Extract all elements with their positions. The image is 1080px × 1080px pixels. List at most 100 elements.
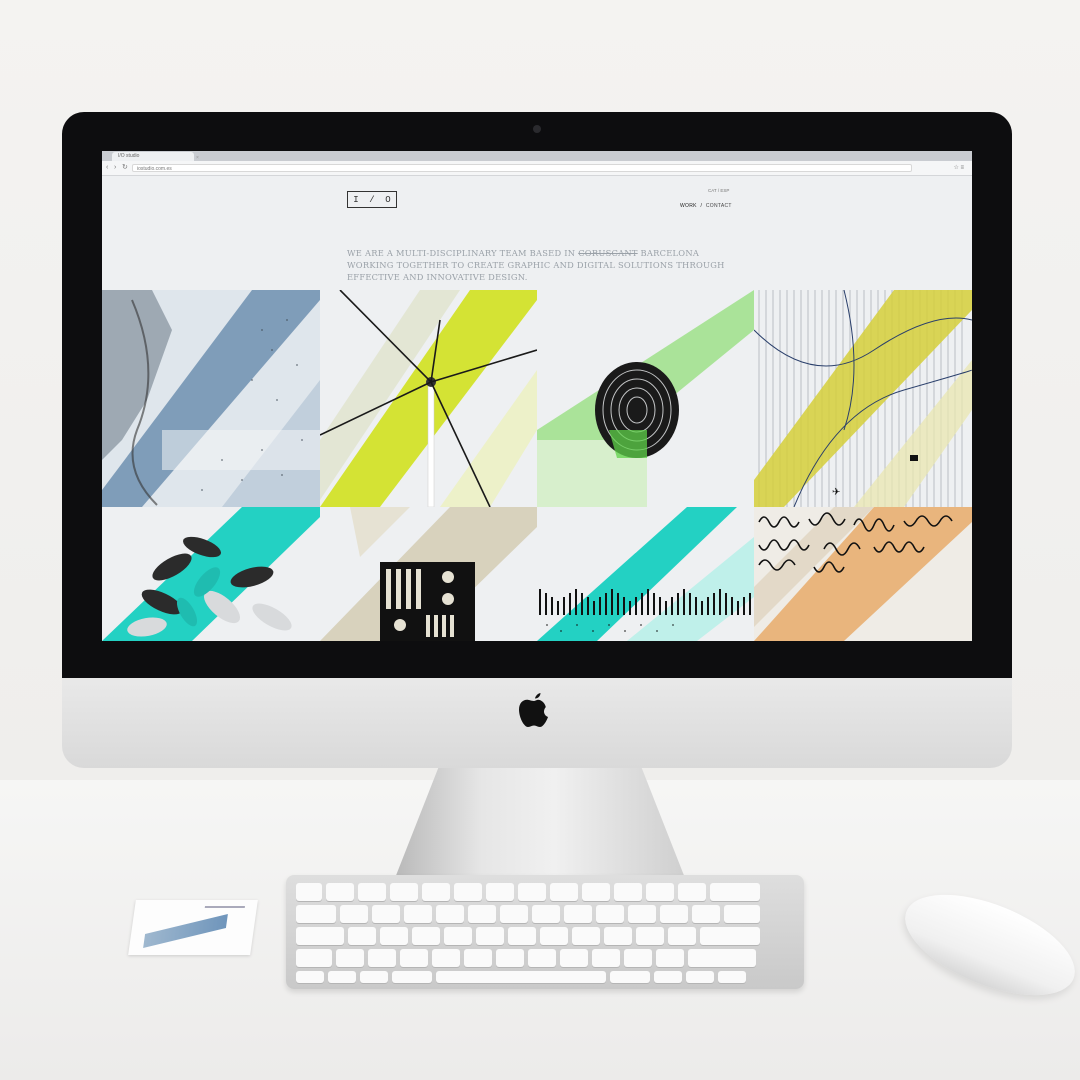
key[interactable]	[572, 927, 600, 945]
key[interactable]	[372, 905, 400, 923]
tab-title: I/O studio	[118, 153, 140, 159]
key[interactable]	[686, 971, 714, 983]
keyboard-row	[296, 883, 760, 901]
key[interactable]	[724, 905, 760, 923]
key[interactable]	[432, 949, 460, 967]
key[interactable]	[340, 905, 368, 923]
project-tile-fingerprint[interactable]	[537, 290, 754, 507]
key[interactable]	[656, 949, 684, 967]
logo-i: I	[353, 194, 359, 205]
key[interactable]	[326, 883, 354, 901]
key[interactable]	[660, 905, 688, 923]
key[interactable]	[678, 883, 706, 901]
key[interactable]	[550, 883, 578, 901]
project-tile-map[interactable]: ✈	[754, 290, 972, 507]
intro-before: WE ARE A MULTI-DISCIPLINARY TEAM BASED I…	[347, 248, 579, 259]
keyboard-row	[296, 905, 760, 923]
screen: I/O studio × ‹ › ↻ iostudio.com.es ☆ ≡ I…	[102, 151, 972, 641]
key[interactable]	[390, 883, 418, 901]
key[interactable]	[348, 927, 376, 945]
key[interactable]	[436, 905, 464, 923]
nav-work[interactable]: WORK	[680, 203, 697, 209]
url-field[interactable]: iostudio.com.es	[132, 164, 912, 172]
key[interactable]	[454, 883, 482, 901]
key[interactable]	[528, 949, 556, 967]
keyboard-row	[296, 971, 746, 983]
key[interactable]	[476, 927, 504, 945]
imac-stand	[395, 760, 685, 878]
key[interactable]	[560, 949, 588, 967]
key[interactable]	[624, 949, 652, 967]
key[interactable]	[486, 883, 514, 901]
key[interactable]	[444, 927, 472, 945]
key[interactable]	[400, 949, 428, 967]
key[interactable]	[296, 949, 332, 967]
key[interactable]	[380, 927, 408, 945]
key[interactable]	[296, 971, 324, 983]
apple-logo-icon	[519, 693, 548, 727]
key[interactable]	[500, 905, 528, 923]
key[interactable]	[368, 949, 396, 967]
key[interactable]	[592, 949, 620, 967]
key[interactable]	[358, 883, 386, 901]
business-card	[128, 900, 258, 955]
key[interactable]	[688, 949, 756, 967]
key[interactable]	[336, 949, 364, 967]
logo-slash: /	[369, 194, 375, 205]
key[interactable]	[636, 927, 664, 945]
key[interactable]	[654, 971, 682, 983]
logo-o: O	[385, 194, 391, 205]
back-icon[interactable]: ‹	[106, 164, 108, 172]
forward-icon[interactable]: ›	[114, 164, 116, 172]
key[interactable]	[710, 883, 760, 901]
key[interactable]	[328, 971, 356, 983]
project-tile-petals[interactable]	[102, 507, 320, 641]
key[interactable]	[604, 927, 632, 945]
key[interactable]	[614, 883, 642, 901]
key[interactable]	[692, 905, 720, 923]
site-logo[interactable]: I / O	[347, 191, 397, 208]
key[interactable]	[564, 905, 592, 923]
key[interactable]	[296, 905, 336, 923]
key[interactable]	[518, 883, 546, 901]
project-tile-zigzag[interactable]	[537, 507, 754, 641]
key[interactable]	[718, 971, 746, 983]
project-tile-windmill[interactable]	[320, 290, 537, 507]
keyboard	[286, 875, 804, 989]
project-tile-nautical[interactable]	[102, 290, 320, 507]
language-switch[interactable]: CAT / ESP	[708, 188, 729, 193]
project-tile-pattern[interactable]	[320, 507, 537, 641]
key[interactable]	[700, 927, 760, 945]
nav-contact[interactable]: CONTACT	[706, 203, 732, 209]
key[interactable]	[596, 905, 624, 923]
key[interactable]	[296, 927, 344, 945]
key[interactable]	[468, 905, 496, 923]
key[interactable]	[646, 883, 674, 901]
browser-tab[interactable]: I/O studio ×	[112, 152, 199, 161]
key[interactable]	[464, 949, 492, 967]
key[interactable]	[412, 927, 440, 945]
key[interactable]	[668, 927, 696, 945]
key[interactable]	[404, 905, 432, 923]
browser-menu-icon[interactable]: ☆ ≡	[953, 164, 964, 171]
key[interactable]	[540, 927, 568, 945]
key[interactable]	[508, 927, 536, 945]
key[interactable]	[628, 905, 656, 923]
project-tile-calligraphy[interactable]	[754, 507, 972, 641]
card-text-line	[204, 906, 246, 908]
spacebar[interactable]	[436, 971, 606, 983]
svg-text:✈: ✈	[832, 487, 840, 498]
key[interactable]	[360, 971, 388, 983]
address-bar: ‹ › ↻ iostudio.com.es ☆ ≡	[102, 161, 972, 176]
key[interactable]	[532, 905, 560, 923]
key[interactable]	[296, 883, 322, 901]
key[interactable]	[392, 971, 432, 983]
reload-icon[interactable]: ↻	[122, 164, 128, 172]
key[interactable]	[422, 883, 450, 901]
card-stripe	[143, 914, 228, 948]
key[interactable]	[496, 949, 524, 967]
key[interactable]	[582, 883, 610, 901]
tab-bar: I/O studio ×	[102, 151, 972, 161]
key[interactable]	[610, 971, 650, 983]
keyboard-row	[296, 949, 756, 967]
